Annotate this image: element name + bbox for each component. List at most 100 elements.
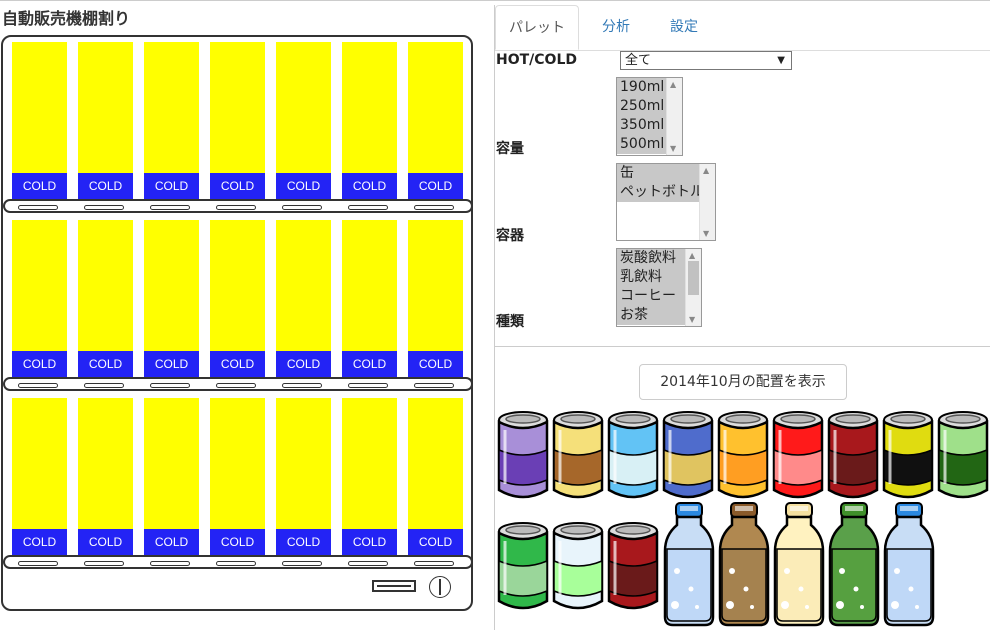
can-drink-icon xyxy=(497,411,549,499)
shelf-slot[interactable]: COLD xyxy=(408,398,463,556)
volume-option[interactable]: 350ml xyxy=(617,116,668,135)
selection-button[interactable] xyxy=(216,561,256,566)
show-october-layout-button[interactable]: 2014年10月の配置を表示 xyxy=(639,364,847,400)
shelf-slot[interactable]: COLD xyxy=(144,398,199,556)
right-panel: パレット 分析 設定 HOT/COLD 全て ▼ 容量 190ml 250ml … xyxy=(494,5,990,630)
scroll-up-icon: ▲ xyxy=(670,80,677,89)
bottle-drink[interactable] xyxy=(661,501,717,633)
volume-option[interactable]: 250ml xyxy=(617,97,668,116)
top-divider xyxy=(0,0,990,1)
selection-button[interactable] xyxy=(150,205,190,210)
bottle-drink[interactable] xyxy=(771,501,827,633)
can-drink[interactable] xyxy=(496,521,550,619)
shelf-slot[interactable]: COLD xyxy=(408,42,463,200)
shelf-slot[interactable]: COLD xyxy=(144,220,199,378)
volume-listbox[interactable]: 190ml 250ml 350ml 500ml ▲ ▼ xyxy=(616,77,683,156)
bottle-drink[interactable] xyxy=(881,501,937,633)
selection-button[interactable] xyxy=(84,561,124,566)
can-drink[interactable] xyxy=(716,410,770,508)
volume-scrollbar[interactable]: ▲ ▼ xyxy=(666,78,682,155)
drink-palette xyxy=(495,405,990,630)
chevron-down-icon: ▼ xyxy=(777,55,785,66)
can-drink[interactable] xyxy=(606,410,660,508)
shelf-slot[interactable]: COLD xyxy=(342,220,397,378)
can-drink[interactable] xyxy=(496,410,550,508)
shelf-slot[interactable]: COLD xyxy=(210,398,265,556)
category-scrollbar[interactable]: ▲ ▼ xyxy=(685,249,701,326)
container-option[interactable]: 缶 xyxy=(617,164,700,183)
shelf-slot[interactable]: COLD xyxy=(210,42,265,200)
can-drink[interactable] xyxy=(936,410,990,508)
volume-option[interactable]: 500ml xyxy=(617,135,668,154)
container-scrollbar[interactable]: ▲ ▼ xyxy=(699,164,715,240)
selection-button[interactable] xyxy=(84,205,124,210)
tab-settings[interactable]: 設定 xyxy=(657,5,711,49)
can-drink-icon xyxy=(552,411,604,499)
can-drink-icon xyxy=(607,411,659,499)
shelf-slot[interactable]: COLD xyxy=(12,398,67,556)
selection-button[interactable] xyxy=(348,561,388,566)
category-option[interactable]: お茶 xyxy=(617,306,686,325)
selection-button[interactable] xyxy=(84,383,124,388)
can-drink[interactable] xyxy=(771,410,825,508)
shelf-slot[interactable]: COLD xyxy=(276,398,331,556)
can-drink[interactable] xyxy=(551,521,605,619)
selection-button[interactable] xyxy=(414,561,454,566)
category-option[interactable]: コーヒー xyxy=(617,287,686,306)
volume-option[interactable]: 190ml xyxy=(617,78,668,97)
scroll-thumb[interactable] xyxy=(688,261,699,295)
temperature-label: COLD xyxy=(408,173,463,200)
shelf-slot[interactable]: COLD xyxy=(78,398,133,556)
category-option[interactable]: 乳飲料 xyxy=(617,268,686,287)
selection-button-rail xyxy=(3,377,473,391)
selection-button[interactable] xyxy=(282,383,322,388)
can-drink[interactable] xyxy=(606,521,660,619)
selection-button[interactable] xyxy=(282,205,322,210)
selection-button[interactable] xyxy=(18,383,58,388)
selection-button[interactable] xyxy=(282,561,322,566)
selection-button[interactable] xyxy=(216,383,256,388)
shelf-slot[interactable]: COLD xyxy=(276,42,331,200)
selection-button[interactable] xyxy=(414,383,454,388)
shelf-slot[interactable]: COLD xyxy=(210,220,265,378)
hotcold-select[interactable]: 全て ▼ xyxy=(620,51,792,70)
can-drink-icon xyxy=(497,522,549,610)
selection-button[interactable] xyxy=(414,205,454,210)
shelf-slot[interactable]: COLD xyxy=(276,220,331,378)
scroll-down-icon: ▼ xyxy=(703,229,710,238)
selection-button[interactable] xyxy=(150,561,190,566)
can-drink[interactable] xyxy=(661,410,715,508)
bottle-drink[interactable] xyxy=(826,501,882,633)
can-drink[interactable] xyxy=(551,410,605,508)
shelf-slot[interactable]: COLD xyxy=(12,42,67,200)
shelf-slot[interactable]: COLD xyxy=(12,220,67,378)
can-drink[interactable] xyxy=(826,410,880,508)
selection-button[interactable] xyxy=(18,561,58,566)
shelf-slot[interactable]: COLD xyxy=(342,42,397,200)
bottle-drink-icon xyxy=(883,502,935,627)
shelf-slot[interactable]: COLD xyxy=(408,220,463,378)
selection-button[interactable] xyxy=(216,205,256,210)
selection-button[interactable] xyxy=(348,383,388,388)
shelf-slot[interactable]: COLD xyxy=(78,42,133,200)
bottle-drink[interactable] xyxy=(716,501,772,633)
section-divider xyxy=(495,346,990,347)
shelf-slot[interactable]: COLD xyxy=(144,42,199,200)
can-drink[interactable] xyxy=(881,410,935,508)
container-listbox[interactable]: 缶 ペットボトル ▲ ▼ xyxy=(616,163,716,241)
category-listbox[interactable]: 炭酸飲料 乳飲料 コーヒー お茶 ▲ ▼ xyxy=(616,248,702,327)
tab-analysis[interactable]: 分析 xyxy=(589,5,643,49)
tab-palette[interactable]: パレット xyxy=(495,5,579,50)
selection-button[interactable] xyxy=(150,383,190,388)
container-option[interactable]: ペットボトル xyxy=(617,183,704,202)
shelf-slot[interactable]: COLD xyxy=(78,220,133,378)
scroll-down-icon: ▼ xyxy=(689,315,696,324)
temperature-label: COLD xyxy=(78,529,133,556)
vending-machine: COLD COLD COLD COLD COLD COLD COLD COLD COLD COLD… xyxy=(1,35,473,611)
category-option[interactable]: 炭酸飲料 xyxy=(617,249,686,268)
temperature-label: COLD xyxy=(210,351,265,378)
selection-button[interactable] xyxy=(348,205,388,210)
coin-return-icon xyxy=(429,576,451,598)
shelf-slot[interactable]: COLD xyxy=(342,398,397,556)
selection-button[interactable] xyxy=(18,205,58,210)
